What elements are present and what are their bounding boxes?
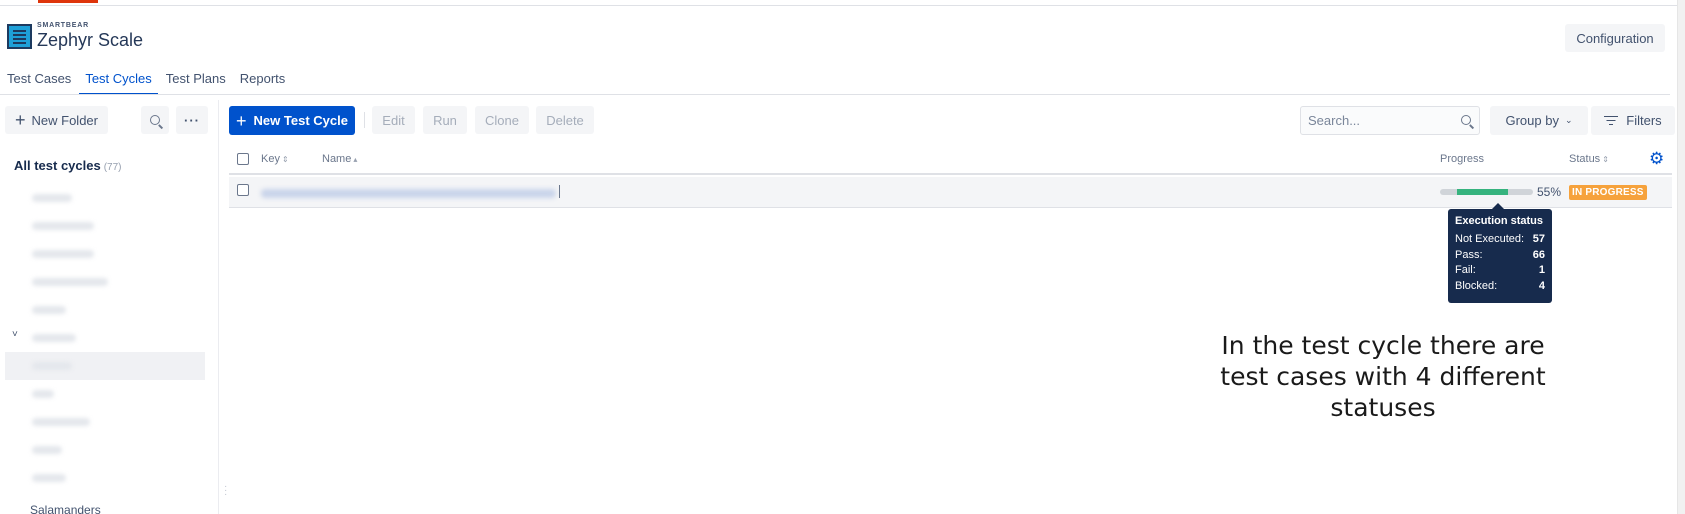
- filters-label: Filters: [1626, 113, 1662, 128]
- new-test-cycle-button[interactable]: + New Test Cycle: [229, 106, 355, 135]
- new-test-cycle-label: New Test Cycle: [253, 113, 348, 128]
- tooltip-row-fail: Fail: 1: [1455, 263, 1545, 279]
- configuration-button[interactable]: Configuration: [1565, 24, 1665, 52]
- run-button[interactable]: Run: [423, 106, 467, 134]
- tooltip-row-not-executed: Not Executed: 57: [1455, 232, 1545, 248]
- folder-item-selected[interactable]: [5, 352, 205, 380]
- search-icon: [1461, 115, 1471, 125]
- resize-handle-icon[interactable]: · · ·: [224, 482, 227, 500]
- annotation-caption: In the test cycle there are test cases w…: [1183, 330, 1583, 423]
- main-tabs: Test Cases Test Cycles Test Plans Report…: [7, 68, 299, 95]
- sort-asc-icon: ▴: [353, 155, 358, 164]
- delete-button[interactable]: Delete: [536, 106, 594, 134]
- tab-test-plans[interactable]: Test Plans: [166, 68, 226, 93]
- group-by-button[interactable]: Group by ⌄: [1490, 106, 1588, 135]
- table-header: Key ⇕ Name ▴ Progress Status ⇕ ⚙: [229, 150, 1672, 175]
- brand-vendor: SMARTBEAR: [37, 22, 89, 29]
- tooltip-title: Execution status: [1455, 215, 1544, 227]
- sidebar-divider: [218, 100, 219, 514]
- progress-percent: 55%: [1537, 185, 1562, 199]
- tooltip-value: 1: [1538, 264, 1545, 276]
- plus-icon: +: [236, 110, 247, 131]
- tooltip-value: 57: [1532, 233, 1545, 245]
- folder-item[interactable]: [14, 380, 164, 408]
- tooltip-label: Pass:: [1455, 248, 1483, 261]
- brand-product: Zephyr Scale: [37, 30, 144, 50]
- annotation-line: test cases with 4 different: [1220, 362, 1546, 391]
- folder-item[interactable]: [14, 240, 164, 268]
- chevron-down-icon: ⌄: [1564, 115, 1573, 125]
- table-row[interactable]: 55% IN PROGRESS: [229, 177, 1672, 208]
- zephyr-logo-icon: [7, 24, 32, 49]
- tabs-divider: [0, 94, 1670, 95]
- folder-item[interactable]: [14, 436, 164, 464]
- column-status[interactable]: Status ⇕: [1569, 153, 1609, 165]
- column-key[interactable]: Key ⇕: [261, 153, 289, 165]
- column-settings-gear-icon[interactable]: ⚙: [1649, 150, 1664, 167]
- tooltip-label: Not Executed:: [1455, 233, 1525, 245]
- top-border: [0, 0, 1685, 6]
- tooltip-row-pass: Pass: 66: [1455, 248, 1545, 264]
- text-cursor: [559, 185, 560, 198]
- search-icon: [150, 115, 160, 125]
- progress-fill: [1456, 189, 1508, 195]
- folder-item[interactable]: [14, 296, 164, 324]
- new-folder-button[interactable]: + New Folder: [5, 106, 108, 134]
- tab-test-cycles[interactable]: Test Cycles: [79, 68, 159, 95]
- annotation-line: statuses: [1330, 393, 1436, 422]
- page-scrollbar[interactable]: [1677, 0, 1685, 514]
- folder-item[interactable]: [14, 408, 164, 436]
- new-folder-label: New Folder: [31, 112, 98, 128]
- annotation-line: In the test cycle there are: [1221, 331, 1545, 360]
- all-test-cycles-label: All test cycles: [14, 158, 101, 173]
- expand-chevron-icon[interactable]: ˅: [12, 329, 18, 340]
- tooltip-value: 66: [1532, 248, 1545, 261]
- status-badge: IN PROGRESS: [1569, 185, 1647, 200]
- plus-icon: +: [15, 110, 26, 130]
- folder-item[interactable]: [14, 324, 164, 352]
- search-input[interactable]: [1301, 107, 1451, 134]
- folder-item-partial[interactable]: Salamanders: [30, 503, 101, 514]
- folder-item[interactable]: [14, 184, 164, 212]
- tooltip-label: Fail:: [1455, 264, 1476, 276]
- column-name[interactable]: Name ▴: [322, 153, 357, 165]
- column-key-label: Key: [261, 153, 280, 165]
- execution-status-tooltip: Execution status Not Executed: 57 Pass: 66…: [1448, 203, 1552, 303]
- select-all-checkbox[interactable]: [237, 153, 249, 165]
- folder-more-button[interactable]: ···: [176, 106, 208, 134]
- folder-search-button[interactable]: [141, 106, 169, 134]
- column-progress: Progress: [1440, 153, 1485, 165]
- folder-item[interactable]: [14, 212, 164, 240]
- top-accent: [38, 0, 98, 3]
- more-icon: ···: [184, 112, 200, 128]
- sort-icon: ⇕: [1602, 155, 1609, 164]
- folder-item[interactable]: [14, 464, 164, 492]
- group-by-label: Group by: [1505, 113, 1559, 128]
- filter-icon: [1604, 115, 1619, 126]
- all-test-cycles-count: (77): [103, 162, 122, 173]
- tooltip-row-blocked: Blocked: 4: [1455, 279, 1545, 295]
- folder-tree: [5, 184, 205, 492]
- folder-item[interactable]: [14, 268, 164, 296]
- tab-reports[interactable]: Reports: [240, 68, 286, 93]
- filters-button[interactable]: Filters: [1591, 106, 1675, 135]
- search-field: [1300, 106, 1480, 135]
- tab-test-cases[interactable]: Test Cases: [7, 68, 71, 93]
- all-test-cycles-item[interactable]: All test cycles (77): [14, 158, 122, 173]
- edit-button[interactable]: Edit: [372, 106, 415, 134]
- progress-bar[interactable]: [1440, 189, 1533, 195]
- row-key-name-redacted: [261, 189, 556, 198]
- tooltip-value: 4: [1538, 279, 1545, 292]
- row-checkbox[interactable]: [237, 184, 249, 196]
- tooltip-label: Blocked:: [1455, 279, 1498, 292]
- sort-icon: ⇕: [281, 155, 289, 164]
- column-name-label: Name: [322, 153, 352, 165]
- brand: SMARTBEAR Zephyr Scale: [7, 22, 143, 50]
- clone-button[interactable]: Clone: [475, 106, 529, 134]
- toolbar-separator: [364, 112, 365, 128]
- column-status-label: Status: [1569, 153, 1601, 165]
